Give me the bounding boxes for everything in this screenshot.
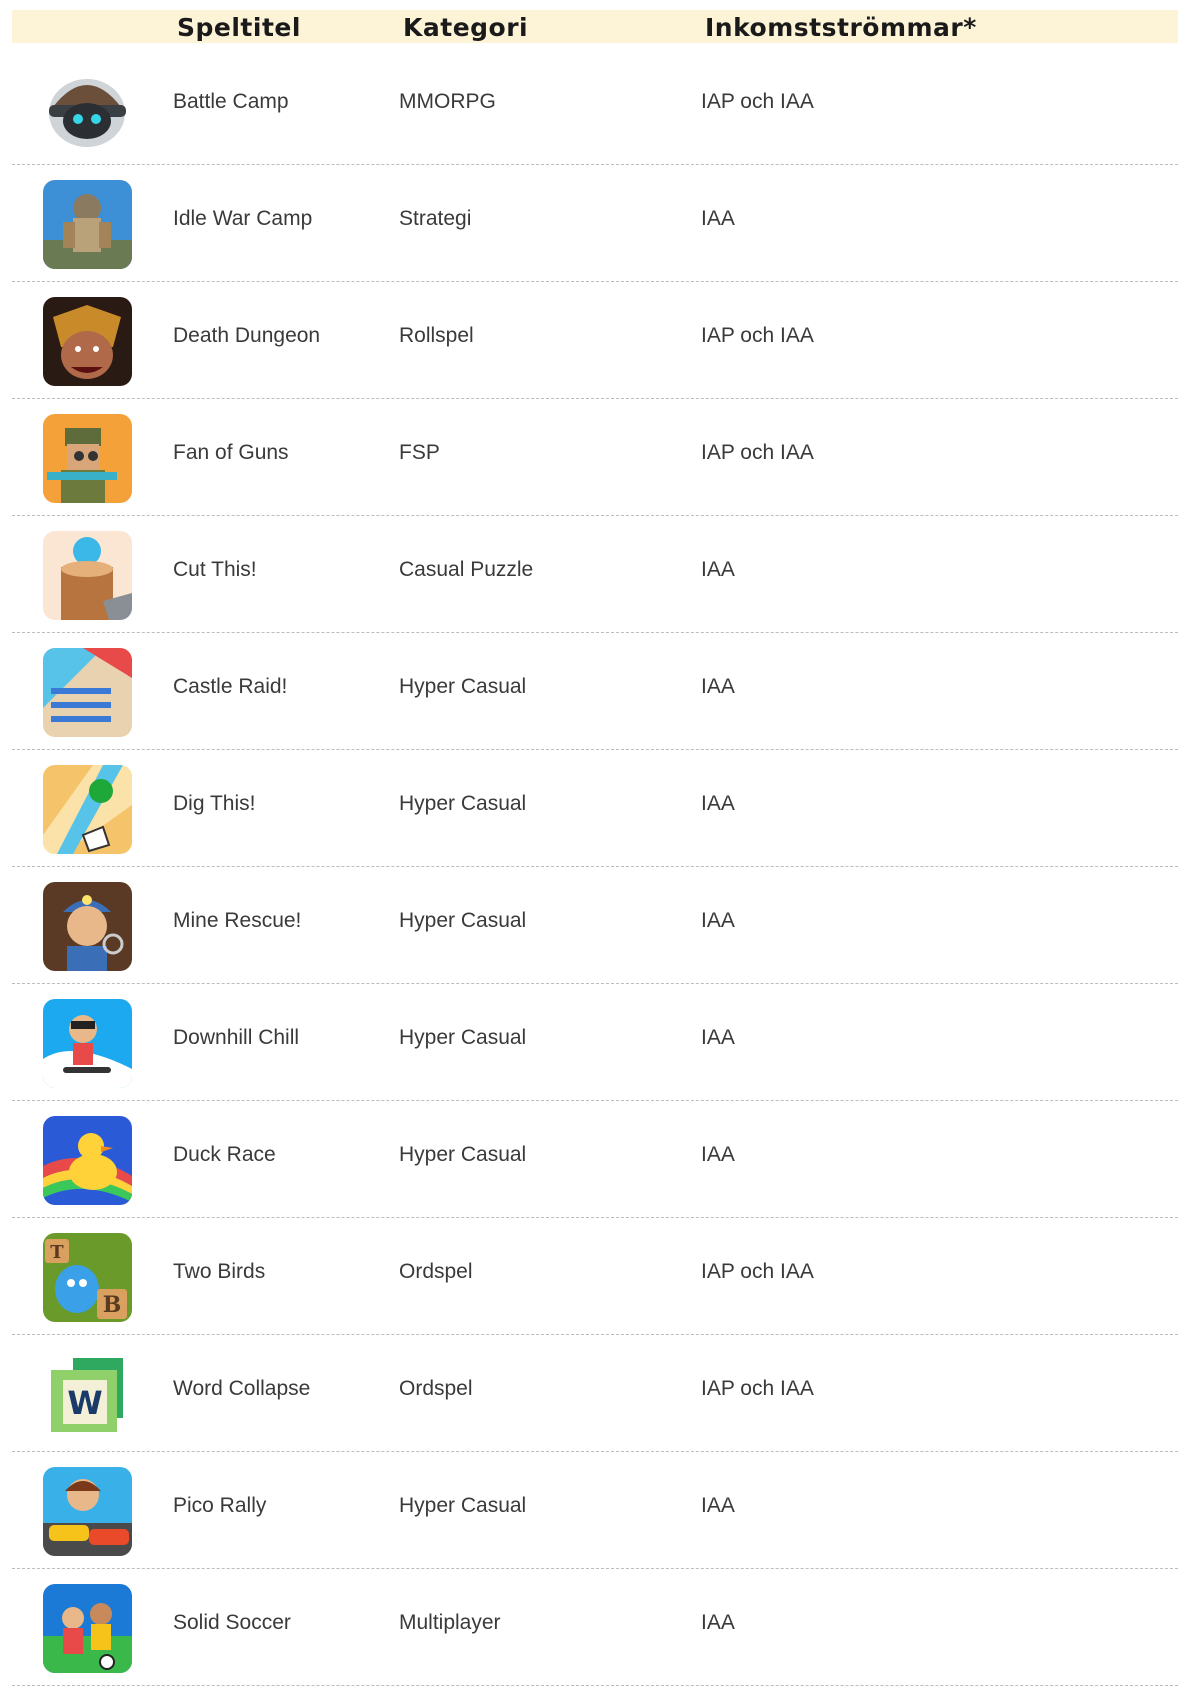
header-title: Speltitel <box>177 13 301 42</box>
game-title: Dig This! <box>173 792 256 815</box>
game-category: Hyper Casual <box>399 1143 527 1166</box>
castle-raid-icon <box>43 648 132 737</box>
table-row: W Word Collapse Ordspel IAP och IAA <box>12 1335 1178 1452</box>
game-title: Downhill Chill <box>173 1026 300 1049</box>
idle-war-camp-icon <box>43 180 132 269</box>
game-category: Ordspel <box>399 1260 473 1283</box>
battle-camp-icon <box>43 63 132 152</box>
header-revenue: Inkomstströmmar* <box>705 13 977 42</box>
solid-soccer-icon <box>43 1584 132 1673</box>
table-header: Speltitel Kategori Inkomstströmmar* <box>12 10 1178 43</box>
fan-of-guns-icon <box>43 414 132 503</box>
game-title: Battle Camp <box>173 90 289 113</box>
game-category: Rollspel <box>399 324 474 347</box>
game-category: Casual Puzzle <box>399 558 534 581</box>
game-revenue: IAA <box>701 207 735 230</box>
svg-text:T: T <box>50 1242 64 1263</box>
table-row: Death Dungeon Rollspel IAP och IAA <box>12 282 1178 399</box>
table-row: T B Two Birds Ordspel IAP och IAA <box>12 1218 1178 1335</box>
game-title: Word Collapse <box>173 1377 311 1400</box>
mine-rescue-icon <box>43 882 132 971</box>
game-title: Solid Soccer <box>173 1611 291 1634</box>
game-category: Hyper Casual <box>399 909 527 932</box>
table-row: Duck Race Hyper Casual IAA <box>12 1101 1178 1218</box>
game-title: Castle Raid! <box>173 675 288 698</box>
table-row: Cut This! Casual Puzzle IAA <box>12 516 1178 633</box>
game-title: Fan of Guns <box>173 441 289 464</box>
table-row: Mine Rescue! Hyper Casual IAA <box>12 867 1178 984</box>
game-title: Mine Rescue! <box>173 909 302 932</box>
downhill-chill-icon <box>43 999 132 1088</box>
svg-text:B: B <box>103 1292 122 1318</box>
game-category: Multiplayer <box>399 1611 501 1634</box>
game-category: MMORPG <box>399 90 496 113</box>
game-revenue: IAP och IAA <box>701 1260 814 1283</box>
game-title: Pico Rally <box>173 1494 267 1517</box>
game-revenue: IAA <box>701 1026 735 1049</box>
header-category: Kategori <box>403 13 529 42</box>
word-collapse-icon: W <box>43 1350 132 1439</box>
game-category: Hyper Casual <box>399 1026 527 1049</box>
cut-this-icon <box>43 531 132 620</box>
game-revenue: IAA <box>701 792 735 815</box>
duck-race-icon <box>43 1116 132 1205</box>
table-row: Idle War Camp Strategi IAA <box>12 165 1178 282</box>
table-row: Dig This! Hyper Casual IAA <box>12 750 1178 867</box>
game-revenue: IAA <box>701 558 735 581</box>
game-revenue: IAP och IAA <box>701 90 814 113</box>
game-revenue: IAA <box>701 1611 735 1634</box>
game-title: Cut This! <box>173 558 257 581</box>
game-revenue: IAA <box>701 1494 735 1517</box>
game-revenue: IAA <box>701 1143 735 1166</box>
game-category: Hyper Casual <box>399 1494 527 1517</box>
game-title: Idle War Camp <box>173 207 313 230</box>
table-row: Castle Raid! Hyper Casual IAA <box>12 633 1178 750</box>
game-revenue: IAP och IAA <box>701 441 814 464</box>
game-category: Hyper Casual <box>399 792 527 815</box>
pico-rally-icon <box>43 1467 132 1556</box>
game-category: FSP <box>399 441 440 464</box>
two-birds-icon: T B <box>43 1233 132 1322</box>
death-dungeon-icon <box>43 297 132 386</box>
table-row: Fan of Guns FSP IAP och IAA <box>12 399 1178 516</box>
table-row: Pico Rally Hyper Casual IAA <box>12 1452 1178 1569</box>
table-row: Solid Soccer Multiplayer IAA <box>12 1569 1178 1686</box>
game-category: Hyper Casual <box>399 675 527 698</box>
game-category: Ordspel <box>399 1377 473 1400</box>
game-revenue: IAA <box>701 909 735 932</box>
game-revenue: IAA <box>701 675 735 698</box>
dig-this-icon <box>43 765 132 854</box>
table-row: Downhill Chill Hyper Casual IAA <box>12 984 1178 1101</box>
svg-text:W: W <box>67 1384 102 1422</box>
game-title: Duck Race <box>173 1143 276 1166</box>
game-category: Strategi <box>399 207 472 230</box>
game-title: Death Dungeon <box>173 324 321 347</box>
game-revenue: IAP och IAA <box>701 324 814 347</box>
game-revenue: IAP och IAA <box>701 1377 814 1400</box>
table-row: Battle Camp MMORPG IAP och IAA <box>12 48 1178 165</box>
game-title: Two Birds <box>173 1260 266 1283</box>
